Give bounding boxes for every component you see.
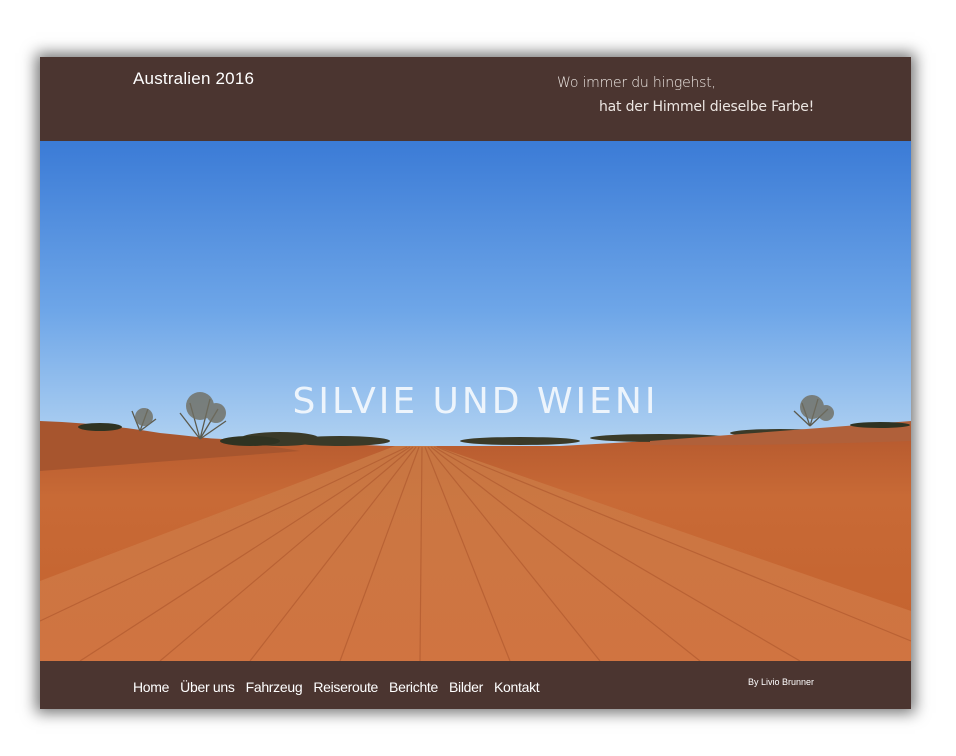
slogan-line-1: Wo immer du hingehst,	[557, 75, 716, 91]
site-footer: Home Über uns Fahrzeug Reiseroute Berich…	[40, 661, 911, 709]
nav-item-kontakt[interactable]: Kontakt	[494, 679, 540, 695]
nav-item-reiseroute[interactable]: Reiseroute	[313, 679, 378, 695]
nav-item-home[interactable]: Home	[133, 679, 169, 695]
site-title[interactable]: Australien 2016	[133, 69, 254, 89]
nav-item-fahrzeug[interactable]: Fahrzeug	[246, 679, 303, 695]
nav-item-bilder[interactable]: Bilder	[449, 679, 483, 695]
author-credit: By Livio Brunner	[748, 677, 815, 687]
site-header: Australien 2016 Wo immer du hingehst, ha…	[40, 57, 911, 141]
slogan-line-2: hat der Himmel dieselbe Farbe!	[599, 99, 815, 115]
main-nav: Home Über uns Fahrzeug Reiseroute Berich…	[133, 679, 540, 695]
page-frame: Australien 2016 Wo immer du hingehst, ha…	[40, 57, 911, 709]
nav-item-berichte[interactable]: Berichte	[389, 679, 438, 695]
nav-item-ueber-uns[interactable]: Über uns	[180, 679, 235, 695]
hero-title: SILVIE UND WIENI	[292, 381, 659, 422]
hero-banner: SILVIE UND WIENI	[40, 141, 911, 661]
